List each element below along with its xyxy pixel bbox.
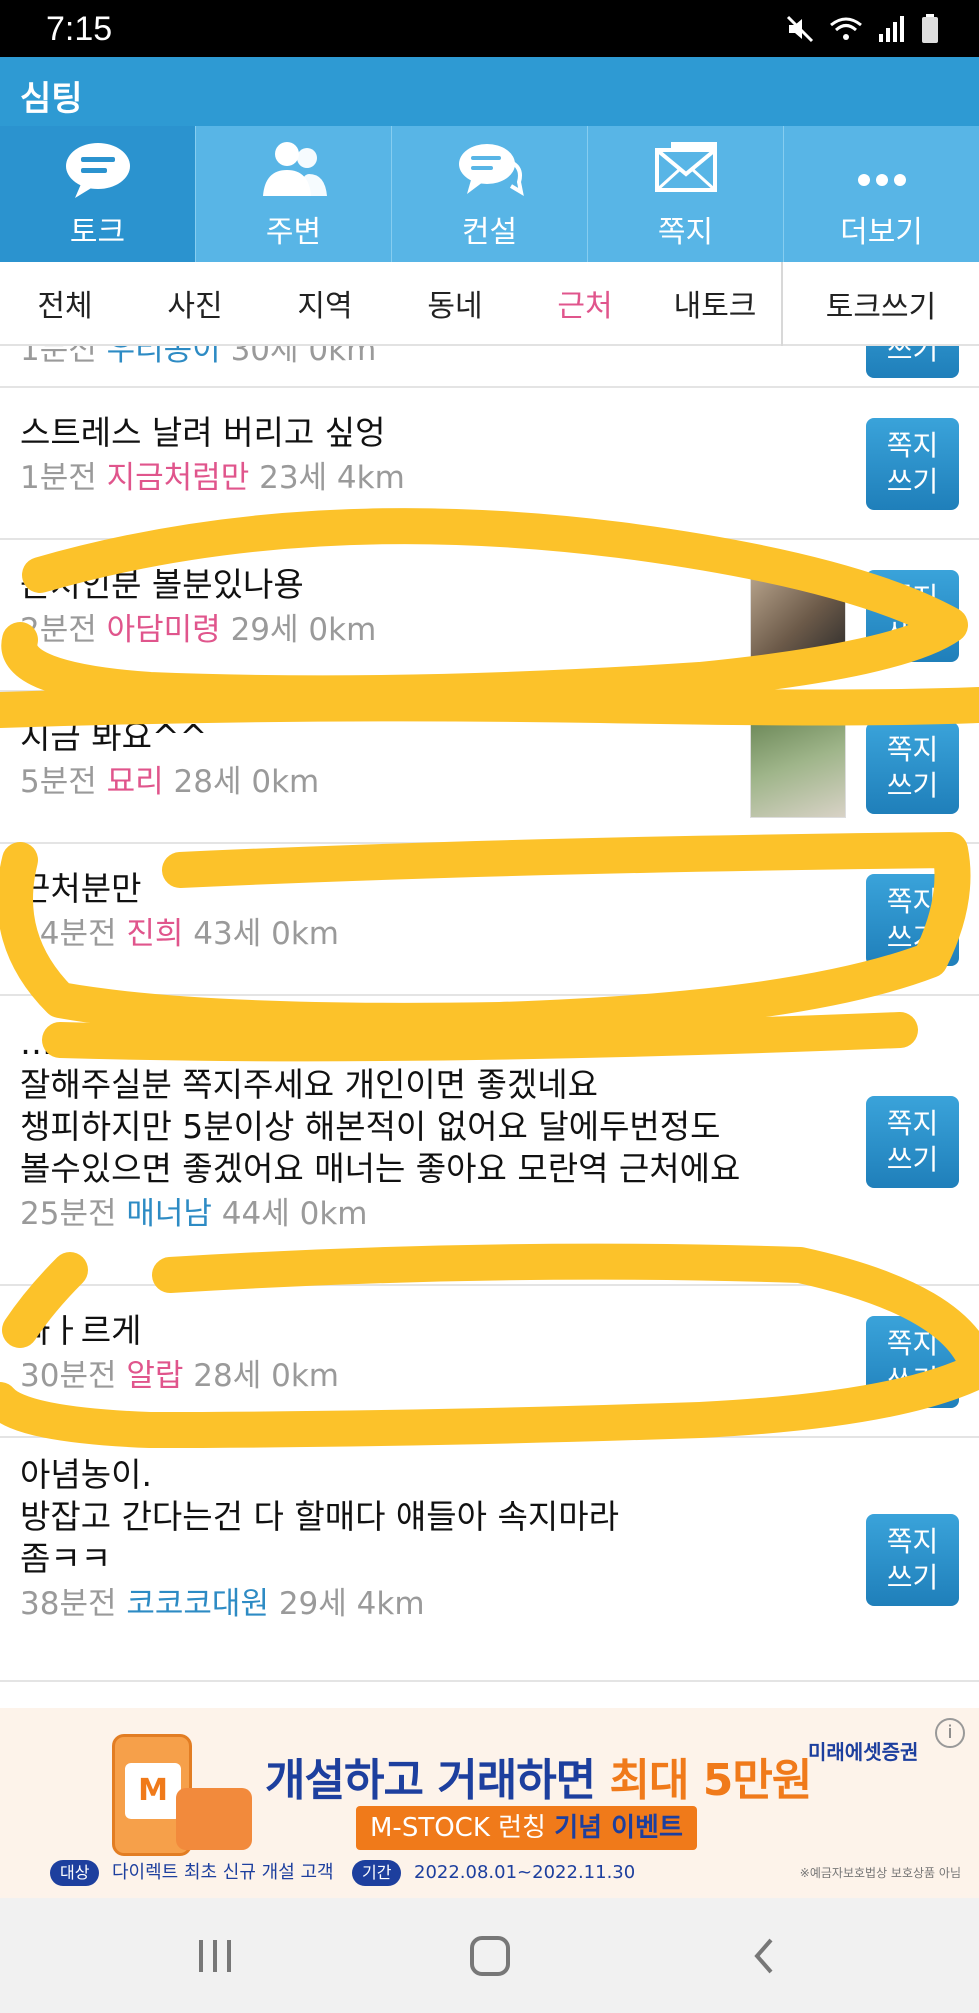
ad-banner[interactable]: M 개설하고 거래하면 최대 5만원 미래에셋증권 i M-STOCK 런칭 기… [0,1708,979,1898]
post-text: 지금 봐요^^ [20,717,208,756]
ad-target-text: 다이렉트 최초 신규 개설 고객 [112,1862,334,1883]
tab-consult-label: 컨설 [461,215,518,250]
write-message-button[interactable]: 쪽지 쓰기 [866,874,959,966]
back-icon [754,1938,773,1974]
ad-brand: 미래에셋증권 [808,1740,919,1764]
list-item[interactable]: 1분전 우리동이 30세 0km 쪽지 쓰기 [0,346,979,388]
write-message-button[interactable]: 쪽지 쓰기 [866,1096,959,1188]
post-nickname[interactable]: 묘리 [107,764,164,800]
subtab-all[interactable]: 전체 [0,281,130,325]
post-nickname[interactable]: 아담미령 [107,612,221,648]
recent-apps-icon [199,1940,231,1972]
post-nickname[interactable]: 우리동이 [107,346,221,368]
post-meta: 38분전 코코코대원 29세 4km [20,1586,425,1622]
mstock-logo: M [125,1763,181,1819]
post-text: 근처분만 [20,869,142,908]
tab-more-label: 더보기 [840,215,923,250]
ad-event-label: M-STOCK 런칭 기념 이벤트 [356,1806,697,1850]
post-meta: 1분전 지금처럼만 23세 4km [20,460,405,496]
ad-period-badge: 기간 [352,1860,402,1886]
write-message-button[interactable]: 쪽지 쓰기 [866,1514,959,1606]
app-title: 심팅 [20,79,83,119]
battery-icon [921,14,939,44]
status-bar: 7:15 [0,0,979,57]
tab-messages[interactable]: 쪽지 [588,126,784,262]
write-message-button[interactable]: 쪽지 쓰기 [866,1316,959,1408]
write-message-button[interactable]: 쪽지 쓰기 [866,570,959,662]
home-button[interactable] [460,1928,520,1984]
tab-consult[interactable]: 컨설 [392,126,588,262]
list-item[interactable]: 빠ㅏ르게 30분전 알랍 28세 0km 쪽지 쓰기 [0,1286,979,1438]
post-photo-thumbnail[interactable] [750,722,846,818]
sub-tab-bar: 전체 사진 지역 동네 근처 내토크 토크쓰기 [0,262,979,346]
people-icon [259,137,329,203]
post-nickname[interactable]: 알랍 [126,1358,183,1394]
list-item[interactable]: 아념농이. 방잡고 간다는건 다 할매다 얘들아 속지마라 좀ㅋㅋ 38분전 코… [0,1438,979,1682]
write-talk-label: 토크쓰기 [825,290,937,325]
subtab-my-talk[interactable]: 내토크 [650,281,780,325]
post-meta: 1분전 우리동이 30세 0km [20,346,376,370]
write-message-button[interactable]: 쪽지 쓰기 [866,346,959,378]
list-item[interactable]: 근처분만 14분전 진희 43세 0km 쪽지 쓰기 [0,844,979,996]
system-nav-bar [0,1898,979,2013]
tab-talk-label: 토크 [69,215,126,250]
post-text: 스트레스 날려 버리고 싶엉 [20,413,386,452]
ad-period-text: 2022.08.01~2022.11.30 [414,1862,636,1883]
post-text: …지 않아요 애인모드도 잘해주실분 쪽지주세요 개인이면 좋겠네요 챙피하지만… [20,1023,741,1188]
main-tab-bar: 토크 주변 컨설 쪽지 더보기 [0,126,979,262]
mute-icon [785,14,815,44]
tab-nearby-label: 주변 [265,215,322,250]
envelope-icon [651,137,721,203]
signal-icon [877,14,907,44]
post-meta: 2분전 아담미령 29세 0km [20,612,377,648]
list-item[interactable]: 근처인분 볼분있나용 2분전 아담미령 29세 0km 쪽지 쓰기 [0,540,979,692]
post-text: 아념농이. 방잡고 간다는건 다 할매다 얘들아 속지마라 좀ㅋㅋ [20,1455,619,1578]
ad-headline: 개설하고 거래하면 최대 5만원 [265,1755,812,1806]
post-meta: 14분전 진희 43세 0km [20,916,339,952]
talk-bubble-icon [63,137,133,203]
tab-more[interactable]: 더보기 [784,126,979,262]
status-time: 7:15 [46,10,113,48]
back-button[interactable] [735,1928,795,1984]
list-item[interactable]: …지 않아요 애인모드도 잘해주실분 쪽지주세요 개인이면 좋겠네요 챙피하지만… [0,996,979,1286]
post-text: 근처인분 볼분있나용 [20,565,304,604]
tab-talk[interactable]: 토크 [0,126,196,262]
ad-target-badge: 대상 [50,1860,100,1886]
subtab-photo[interactable]: 사진 [130,281,260,325]
talk-feed[interactable]: 1분전 우리동이 30세 0km 쪽지 쓰기 스트레스 날려 버리고 싶엉 1분… [0,346,979,1708]
post-nickname[interactable]: 매너남 [126,1196,212,1232]
app-header: 심팅 [0,57,979,126]
post-nickname[interactable]: 진희 [126,916,183,952]
chat-bubbles-icon [455,137,525,203]
post-meta: 5분전 묘리 28세 0km [20,764,320,800]
subtab-neighborhood[interactable]: 동네 [390,281,520,325]
tab-nearby[interactable]: 주변 [196,126,392,262]
ad-disclaimer: ※예금자보호법상 보호상품 아님 [799,1866,961,1880]
subtab-nearby[interactable]: 근처 [520,281,650,325]
list-item[interactable]: 지금 봐요^^ 5분전 묘리 28세 0km 쪽지 쓰기 [0,692,979,844]
post-nickname[interactable]: 코코코대원 [126,1586,269,1622]
post-meta: 25분전 매너남 44세 0km [20,1196,368,1232]
wallet-illustration-icon [176,1788,252,1850]
home-icon [470,1936,510,1976]
post-nickname[interactable]: 지금처럼만 [107,460,250,496]
ad-info-icon[interactable]: i [935,1718,965,1748]
recent-apps-button[interactable] [185,1928,245,1984]
post-photo-thumbnail[interactable] [750,570,846,666]
write-talk-button[interactable]: 토크쓰기 [781,262,979,346]
write-message-button[interactable]: 쪽지 쓰기 [866,722,959,814]
more-dots-icon [847,137,917,203]
post-meta: 30분전 알랍 28세 0km [20,1358,339,1394]
wifi-icon [829,15,863,43]
subtab-region[interactable]: 지역 [260,281,390,325]
post-text: 빠ㅏ르게 [20,1311,142,1350]
write-message-button[interactable]: 쪽지 쓰기 [866,418,959,510]
list-item[interactable]: 스트레스 날려 버리고 싶엉 1분전 지금처럼만 23세 4km 쪽지 쓰기 [0,388,979,540]
tab-messages-label: 쪽지 [657,215,714,250]
